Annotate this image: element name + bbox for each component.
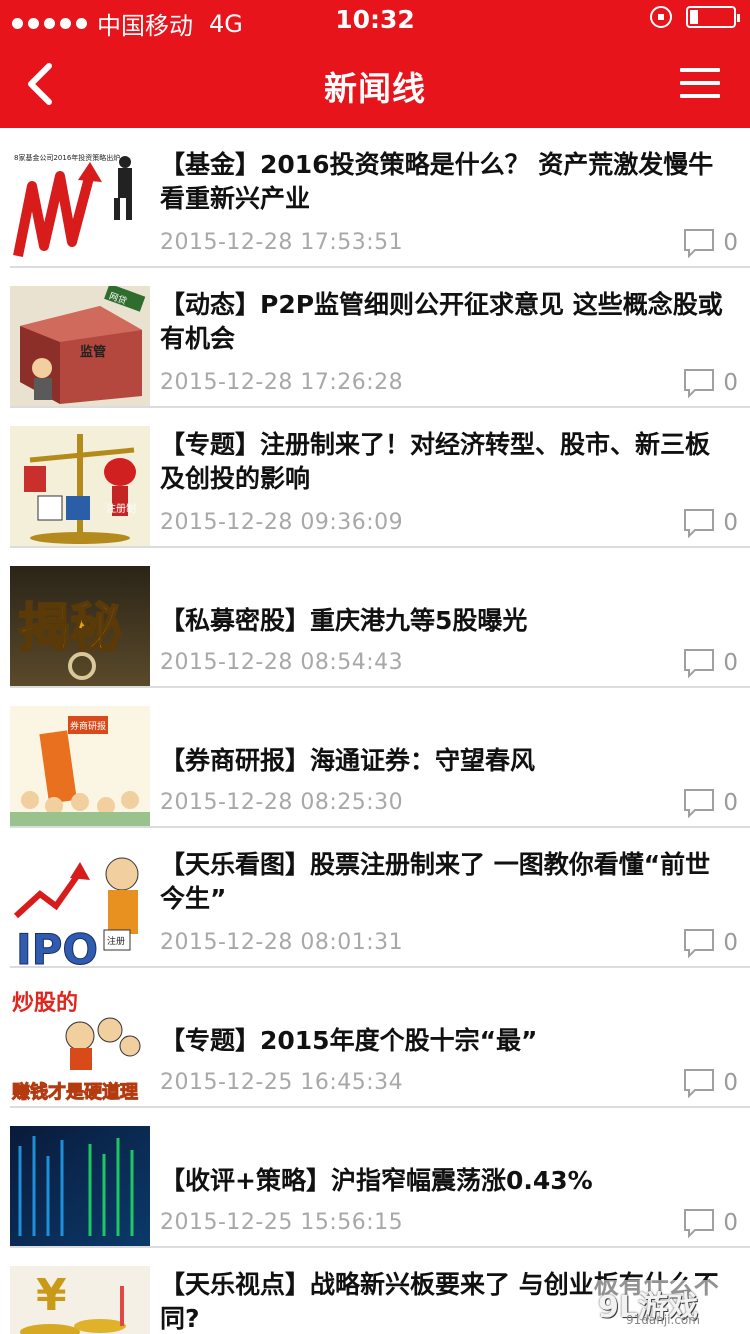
- page-title: 新闻线: [324, 69, 426, 108]
- comment-icon: [684, 229, 715, 258]
- news-date: 2015-12-25 15:56:15: [160, 1210, 404, 1235]
- comment-count[interactable]: 0: [683, 1068, 738, 1098]
- comment-icon: [684, 1209, 715, 1238]
- thumb-caption: 注册制: [106, 502, 136, 515]
- watermark-site: 91danji.com: [626, 1313, 700, 1327]
- comment-icon: [684, 1069, 715, 1098]
- status-right: [650, 6, 740, 28]
- comment-count-value: 0: [723, 370, 738, 396]
- news-item[interactable]: 监管 网贷 【动态】P2P监管细则公开征求意见 这些概念股或有机会 2015-1…: [0, 268, 750, 408]
- news-date: 2015-12-25 16:45:34: [160, 1070, 404, 1095]
- news-date: 2015-12-28 09:36:09: [160, 510, 404, 535]
- comment-count-value: 0: [723, 650, 738, 676]
- thumb-caption: 赚钱才是硬道理: [11, 1081, 138, 1103]
- thumb-caption: 注册: [107, 935, 125, 947]
- news-date: 2015-12-28 17:26:28: [160, 370, 404, 395]
- news-item[interactable]: 券商研报 【券商研报】海通证券：守望春风 2015-12-28 08:25:30…: [0, 688, 750, 828]
- news-thumbnail: 监管 网贷: [10, 286, 150, 406]
- news-title: 【收评+策略】沪指窄幅震荡涨0.43%: [160, 1166, 593, 1195]
- hamburger-menu-icon: [680, 68, 720, 72]
- news-title: 【专题】注册制来了！对经济转型、股市、新三板及创投的影响: [160, 430, 711, 493]
- status-bar: 中国移动 4G 10:32: [0, 0, 750, 40]
- comment-count[interactable]: 0: [683, 508, 738, 538]
- news-thumbnail: 券商研报: [10, 706, 150, 826]
- news-thumbnail: IPO 注册: [10, 846, 150, 966]
- comment-count-value: 0: [723, 1070, 738, 1096]
- comment-count-value: 0: [723, 230, 738, 256]
- comment-count[interactable]: 0: [683, 228, 738, 258]
- news-title: 【专题】2015年度个股十宗“最”: [160, 1026, 538, 1055]
- news-title: 【券商研报】海通证券：守望春风: [160, 746, 536, 775]
- svg-text:¥: ¥: [36, 1270, 67, 1321]
- news-thumbnail: 炒股的 赚钱才是硬道理: [10, 986, 150, 1106]
- news-item[interactable]: 【收评+策略】沪指窄幅震荡涨0.43% 2015-12-25 15:56:15 …: [0, 1108, 750, 1248]
- nav-bar: 新闻线: [0, 40, 750, 128]
- news-thumbnail: ¥: [10, 1266, 150, 1334]
- thumb-caption: 券商研报: [70, 720, 106, 732]
- news-thumbnail: 注册制: [10, 426, 150, 546]
- news-date: 2015-12-28 08:25:30: [160, 790, 404, 815]
- status-time: 10:32: [335, 5, 415, 34]
- comment-icon: [684, 509, 715, 538]
- news-date: 2015-12-28 17:53:51: [160, 230, 404, 255]
- menu-button[interactable]: [680, 68, 720, 98]
- comment-count-value: 0: [723, 1210, 738, 1236]
- battery-icon: [686, 6, 740, 28]
- thumb-caption: 监管: [80, 344, 106, 360]
- comment-icon: [684, 649, 715, 678]
- comment-count[interactable]: 0: [683, 788, 738, 818]
- comment-count[interactable]: 0: [683, 928, 738, 958]
- news-item[interactable]: 揭秘 【私募密股】重庆港九等5股曝光 2015-12-28 08:54:43 0: [0, 548, 750, 688]
- news-date: 2015-12-28 08:01:31: [160, 930, 404, 955]
- news-title: 【天乐看图】股票注册制来了 一图教你看懂“前世今生”: [160, 850, 711, 913]
- news-date: 2015-12-28 08:54:43: [160, 650, 404, 675]
- news-title: 【动态】P2P监管细则公开征求意见 这些概念股或有机会: [160, 290, 723, 353]
- site-watermark: 9L游戏 91danji.com: [592, 1280, 742, 1330]
- news-item[interactable]: 炒股的 赚钱才是硬道理 【专题】2015年度个股十宗“最” 2015-12-25…: [0, 968, 750, 1108]
- comment-count[interactable]: 0: [683, 368, 738, 398]
- comment-count[interactable]: 0: [683, 1208, 738, 1238]
- news-thumbnail: 8家基金公司2016年投资策略出炉: [10, 146, 150, 266]
- news-title: 【私募密股】重庆港九等5股曝光: [160, 606, 528, 635]
- news-list: 8家基金公司2016年投资策略出炉 【基金】2016投资策略是什么？ 资产荒激发…: [0, 128, 750, 1334]
- comment-count-value: 0: [723, 930, 738, 956]
- news-title: 【基金】2016投资策略是什么？ 资产荒激发慢牛 看重新兴产业: [160, 150, 714, 213]
- thumb-caption: IPO: [16, 925, 98, 966]
- comment-count-value: 0: [723, 510, 738, 536]
- comment-count[interactable]: 0: [683, 648, 738, 678]
- news-item[interactable]: 注册制 【专题】注册制来了！对经济转型、股市、新三板及创投的影响 2015-12…: [0, 408, 750, 548]
- comment-icon: [684, 929, 715, 958]
- news-item[interactable]: IPO 注册 【天乐看图】股票注册制来了 一图教你看懂“前世今生” 2015-1…: [0, 828, 750, 968]
- comment-icon: [684, 369, 715, 398]
- news-item[interactable]: 8家基金公司2016年投资策略出炉 【基金】2016投资策略是什么？ 资产荒激发…: [0, 128, 750, 268]
- thumb-caption: 揭秘: [18, 599, 122, 659]
- orientation-lock-icon: [650, 6, 672, 28]
- comment-icon: [684, 789, 715, 818]
- news-thumbnail: 揭秘: [10, 566, 150, 686]
- comment-count-value: 0: [723, 790, 738, 816]
- thumb-caption: 炒股的: [12, 990, 78, 1016]
- news-thumbnail: [10, 1126, 150, 1246]
- thumb-caption: 8家基金公司2016年投资策略出炉: [14, 153, 120, 162]
